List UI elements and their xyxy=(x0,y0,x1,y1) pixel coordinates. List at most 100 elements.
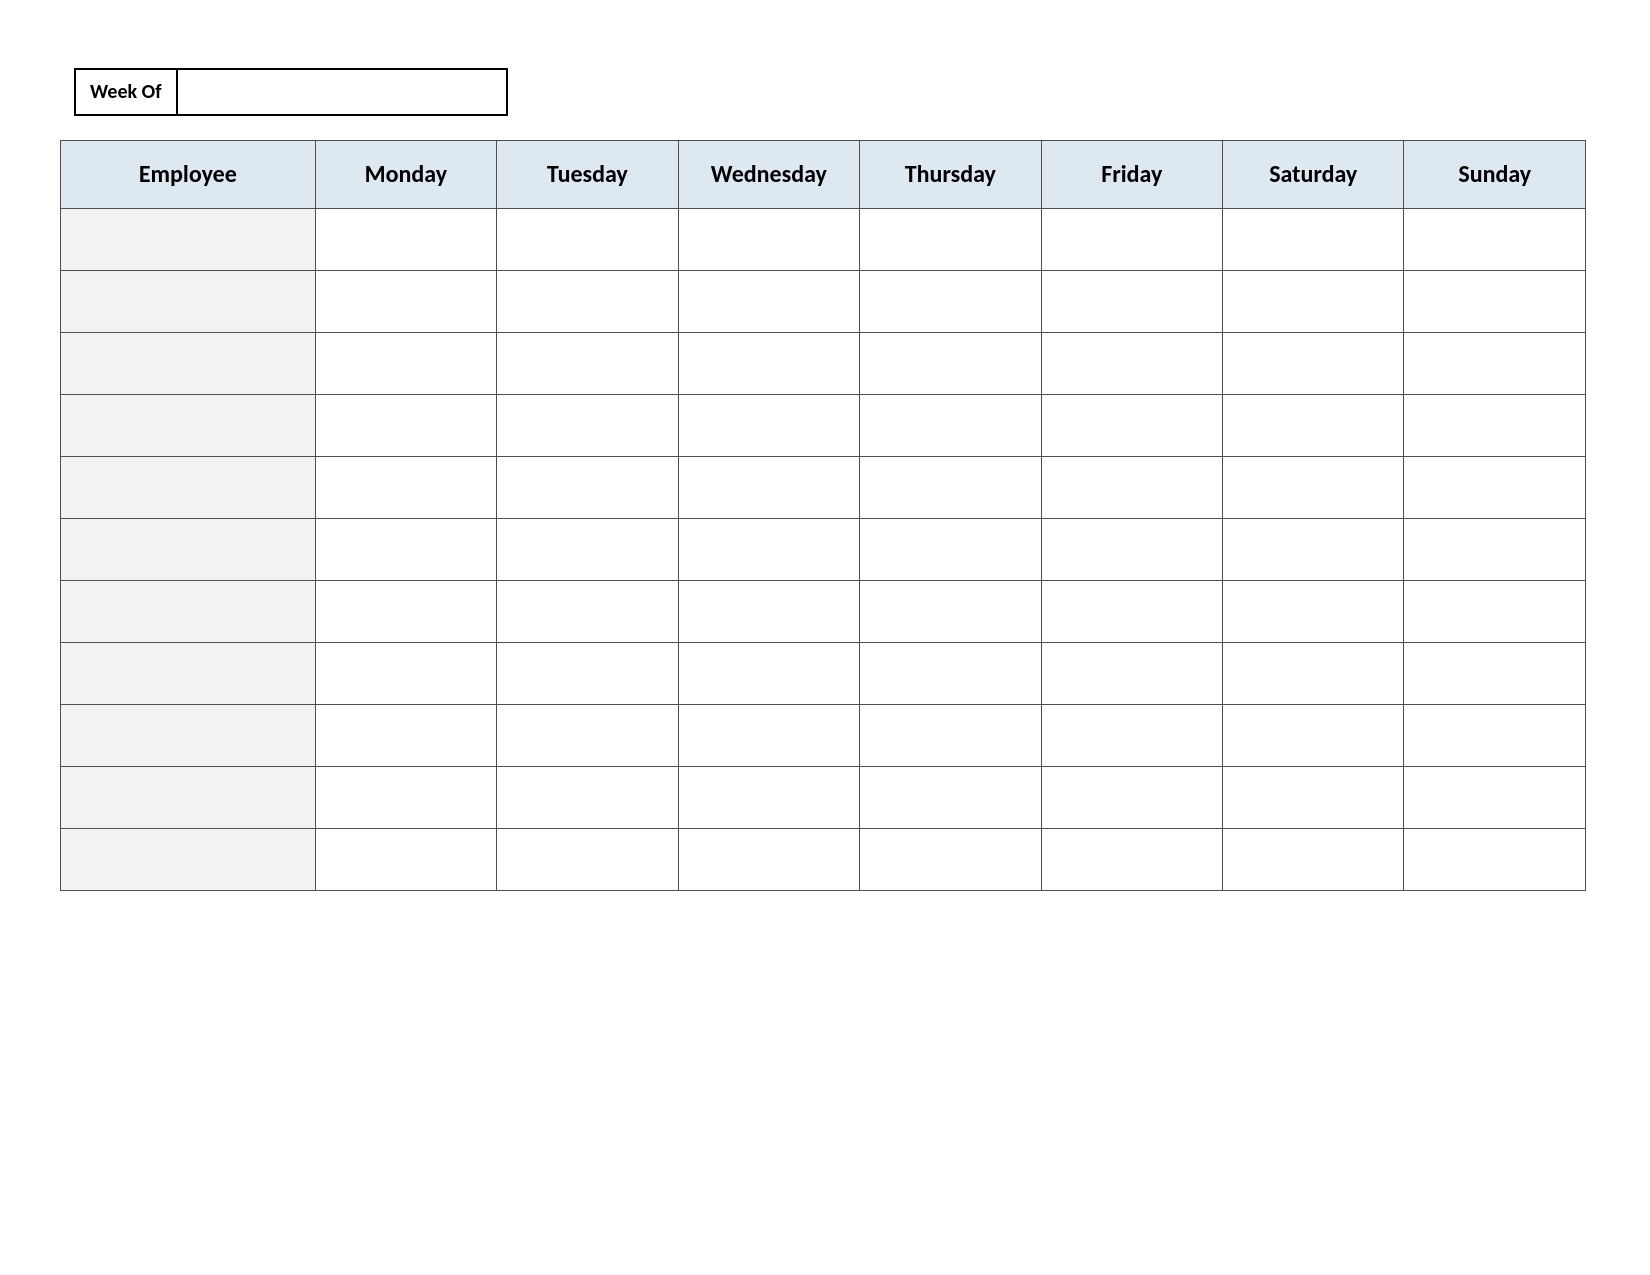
employee-cell[interactable] xyxy=(61,271,316,333)
day-cell[interactable] xyxy=(1404,457,1586,519)
day-cell[interactable] xyxy=(315,457,496,519)
employee-cell[interactable] xyxy=(61,829,316,891)
day-cell[interactable] xyxy=(497,457,678,519)
day-cell[interactable] xyxy=(1404,767,1586,829)
day-cell[interactable] xyxy=(497,581,678,643)
day-cell[interactable] xyxy=(497,395,678,457)
employee-cell[interactable] xyxy=(61,457,316,519)
table-row xyxy=(61,457,1586,519)
day-cell[interactable] xyxy=(678,829,859,891)
day-cell[interactable] xyxy=(678,705,859,767)
table-row xyxy=(61,767,1586,829)
day-cell[interactable] xyxy=(497,271,678,333)
day-cell[interactable] xyxy=(678,271,859,333)
day-cell[interactable] xyxy=(315,271,496,333)
day-cell[interactable] xyxy=(860,519,1041,581)
day-cell[interactable] xyxy=(1041,767,1222,829)
day-cell[interactable] xyxy=(1041,209,1222,271)
day-cell[interactable] xyxy=(1041,271,1222,333)
employee-cell[interactable] xyxy=(61,643,316,705)
day-cell[interactable] xyxy=(1223,643,1404,705)
employee-cell[interactable] xyxy=(61,705,316,767)
col-header-thursday: Thursday xyxy=(860,141,1041,209)
day-cell[interactable] xyxy=(1041,519,1222,581)
day-cell[interactable] xyxy=(1404,705,1586,767)
employee-cell[interactable] xyxy=(61,519,316,581)
day-cell[interactable] xyxy=(678,333,859,395)
day-cell[interactable] xyxy=(497,519,678,581)
day-cell[interactable] xyxy=(860,457,1041,519)
day-cell[interactable] xyxy=(315,209,496,271)
day-cell[interactable] xyxy=(1041,829,1222,891)
day-cell[interactable] xyxy=(1041,333,1222,395)
day-cell[interactable] xyxy=(1223,395,1404,457)
day-cell[interactable] xyxy=(1041,457,1222,519)
day-cell[interactable] xyxy=(678,519,859,581)
day-cell[interactable] xyxy=(1404,209,1586,271)
employee-cell[interactable] xyxy=(61,767,316,829)
day-cell[interactable] xyxy=(1223,457,1404,519)
day-cell[interactable] xyxy=(497,767,678,829)
col-header-tuesday: Tuesday xyxy=(497,141,678,209)
day-cell[interactable] xyxy=(315,581,496,643)
day-cell[interactable] xyxy=(315,767,496,829)
day-cell[interactable] xyxy=(315,333,496,395)
day-cell[interactable] xyxy=(497,829,678,891)
day-cell[interactable] xyxy=(1404,519,1586,581)
day-cell[interactable] xyxy=(1404,643,1586,705)
day-cell[interactable] xyxy=(1041,581,1222,643)
day-cell[interactable] xyxy=(860,829,1041,891)
day-cell[interactable] xyxy=(315,643,496,705)
day-cell[interactable] xyxy=(1223,767,1404,829)
day-cell[interactable] xyxy=(860,643,1041,705)
col-header-sunday: Sunday xyxy=(1404,141,1586,209)
day-cell[interactable] xyxy=(1404,581,1586,643)
document-page: Week Of Employee Monday Tuesday Wednesda… xyxy=(0,0,1650,891)
day-cell[interactable] xyxy=(497,643,678,705)
day-cell[interactable] xyxy=(1223,519,1404,581)
day-cell[interactable] xyxy=(678,395,859,457)
day-cell[interactable] xyxy=(678,643,859,705)
day-cell[interactable] xyxy=(860,333,1041,395)
employee-cell[interactable] xyxy=(61,209,316,271)
employee-cell[interactable] xyxy=(61,395,316,457)
day-cell[interactable] xyxy=(1041,705,1222,767)
day-cell[interactable] xyxy=(497,705,678,767)
day-cell[interactable] xyxy=(1404,829,1586,891)
day-cell[interactable] xyxy=(1404,271,1586,333)
day-cell[interactable] xyxy=(1223,581,1404,643)
table-row xyxy=(61,581,1586,643)
day-cell[interactable] xyxy=(678,767,859,829)
day-cell[interactable] xyxy=(1223,271,1404,333)
day-cell[interactable] xyxy=(497,333,678,395)
day-cell[interactable] xyxy=(678,457,859,519)
employee-cell[interactable] xyxy=(61,581,316,643)
day-cell[interactable] xyxy=(1223,829,1404,891)
day-cell[interactable] xyxy=(315,829,496,891)
day-cell[interactable] xyxy=(497,209,678,271)
table-row xyxy=(61,519,1586,581)
day-cell[interactable] xyxy=(1041,643,1222,705)
employee-cell[interactable] xyxy=(61,333,316,395)
day-cell[interactable] xyxy=(860,581,1041,643)
day-cell[interactable] xyxy=(860,767,1041,829)
day-cell[interactable] xyxy=(1223,333,1404,395)
day-cell[interactable] xyxy=(1404,333,1586,395)
day-cell[interactable] xyxy=(315,705,496,767)
day-cell[interactable] xyxy=(678,581,859,643)
day-cell[interactable] xyxy=(860,209,1041,271)
day-cell[interactable] xyxy=(1223,209,1404,271)
table-row xyxy=(61,705,1586,767)
table-row xyxy=(61,829,1586,891)
day-cell[interactable] xyxy=(860,395,1041,457)
day-cell[interactable] xyxy=(1404,395,1586,457)
day-cell[interactable] xyxy=(315,395,496,457)
week-of-input[interactable] xyxy=(178,68,508,116)
day-cell[interactable] xyxy=(678,209,859,271)
table-row xyxy=(61,209,1586,271)
day-cell[interactable] xyxy=(860,271,1041,333)
day-cell[interactable] xyxy=(1223,705,1404,767)
day-cell[interactable] xyxy=(1041,395,1222,457)
day-cell[interactable] xyxy=(315,519,496,581)
day-cell[interactable] xyxy=(860,705,1041,767)
